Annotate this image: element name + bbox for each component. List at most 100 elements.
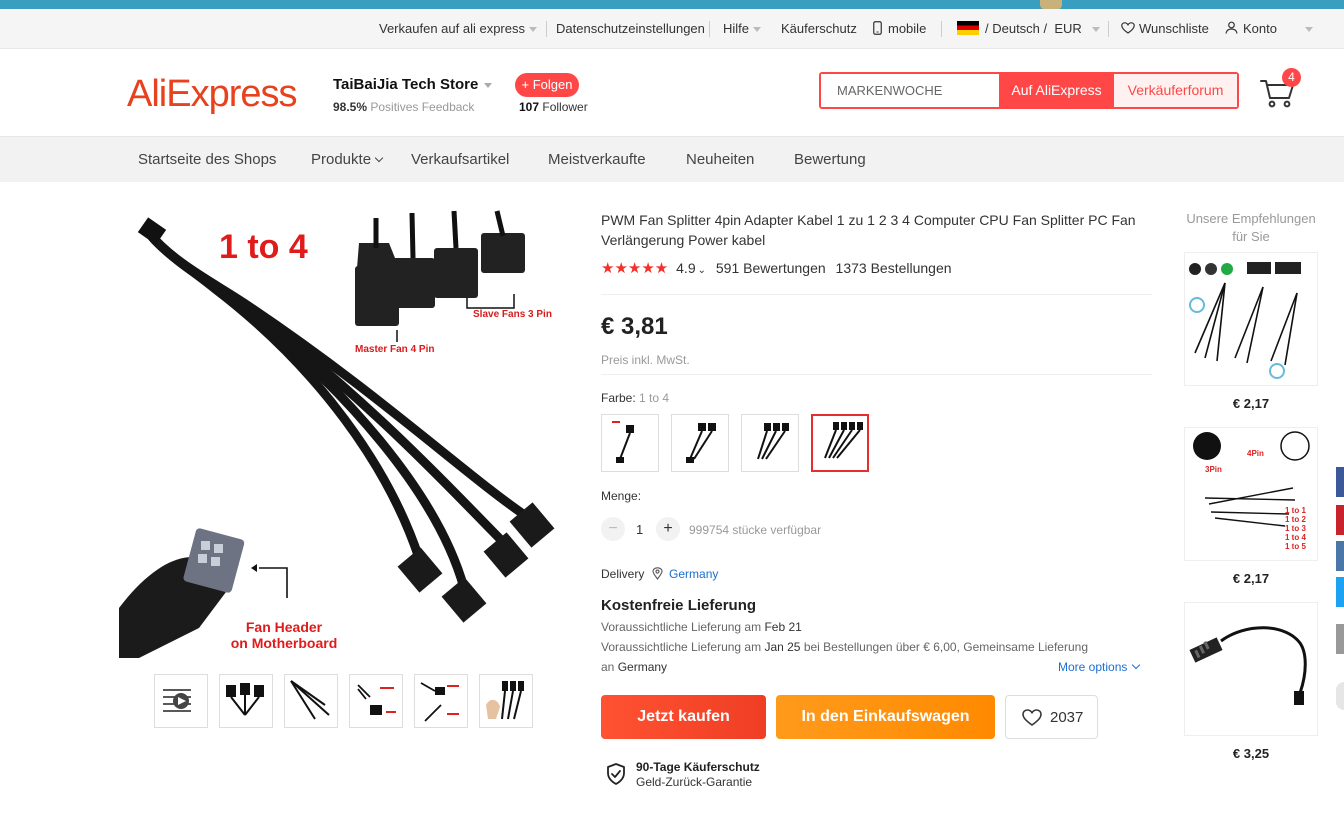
nav-best-sellers[interactable]: Meistverkaufte bbox=[548, 151, 646, 168]
swatch-2-image bbox=[686, 423, 716, 463]
nav-sale-items[interactable]: Verkaufsartikel bbox=[411, 151, 509, 168]
utility-bar: Verkaufen auf ali express Datenschutzein… bbox=[0, 9, 1344, 49]
recommendation-2-image: 3Pin 4Pin 1 to 11 to 21 to 31 to 41 to 5 bbox=[1193, 431, 1310, 551]
ship-line3-country: Germany bbox=[617, 660, 668, 674]
store-header: AliExpress TaiBaiJia Tech Store 98.5% Po… bbox=[0, 49, 1344, 137]
color-swatch-3[interactable] bbox=[741, 414, 799, 472]
thumbnail-2[interactable] bbox=[219, 674, 273, 728]
top-banner-strip bbox=[0, 0, 1344, 9]
ship-line2-suffix: bei Bestellungen über € 6,00, Gemeinsame… bbox=[803, 640, 1088, 654]
divider bbox=[601, 294, 1152, 295]
help-label: Hilfe bbox=[723, 21, 750, 36]
search-bar: Auf AliExpress Verkäuferforum bbox=[819, 72, 1239, 109]
nav-products[interactable]: Produkte bbox=[311, 151, 384, 168]
thumbnail-2-image bbox=[226, 683, 264, 716]
share-pinterest-button[interactable] bbox=[1336, 505, 1344, 535]
language-currency-selector[interactable]: / Deutsch / EUR bbox=[957, 21, 1100, 36]
color-label: Farbe: bbox=[601, 391, 636, 405]
color-selector-label: Farbe: 1 to 4 bbox=[601, 391, 669, 405]
mobile-link[interactable]: mobile bbox=[873, 21, 926, 36]
product-price: € 3,81 bbox=[601, 313, 668, 340]
scroll-top-button[interactable] bbox=[1336, 682, 1344, 710]
share-more-button[interactable] bbox=[1336, 624, 1344, 654]
swatch-1-image bbox=[612, 421, 634, 463]
shield-check-icon bbox=[607, 763, 625, 785]
rating-value: 4.9 bbox=[676, 260, 696, 276]
privacy-settings-link[interactable]: Datenschutzeinstellungen bbox=[556, 21, 705, 36]
color-swatch-1[interactable] bbox=[601, 414, 659, 472]
store-name-menu[interactable]: TaiBaiJia Tech Store bbox=[333, 76, 493, 93]
tax-note: Preis inkl. MwSt. bbox=[601, 353, 690, 367]
cart-count-badge: 4 bbox=[1282, 68, 1301, 87]
search-input[interactable] bbox=[821, 74, 999, 107]
main-product-image[interactable]: 1 to 4 Slave Fans 3 Pin Master Fan 4 Pin… bbox=[119, 208, 569, 658]
fan-header-label-line1: Fan Header bbox=[245, 619, 323, 635]
location-pin-icon bbox=[652, 567, 663, 580]
recommendation-card-1[interactable] bbox=[1184, 252, 1318, 386]
search-aliexpress-button[interactable]: Auf AliExpress bbox=[999, 74, 1114, 107]
nav-reviews[interactable]: Bewertung bbox=[794, 151, 866, 168]
help-menu[interactable]: Hilfe bbox=[723, 21, 762, 36]
quantity-decrease-button[interactable]: − bbox=[601, 517, 625, 541]
svg-text:1 to 4: 1 to 4 bbox=[1285, 533, 1306, 542]
thumbnail-video[interactable] bbox=[154, 674, 208, 728]
ship-line3-prefix: an bbox=[601, 660, 615, 674]
nav-shop-home[interactable]: Startseite des Shops bbox=[138, 151, 276, 168]
thumbnail-6[interactable] bbox=[479, 674, 533, 728]
follow-store-button[interactable]: + Folgen bbox=[515, 73, 579, 97]
buy-now-button[interactable]: Jetzt kaufen bbox=[601, 695, 766, 739]
review-count-link[interactable]: 591 Bewertungen bbox=[716, 260, 826, 276]
nav-products-label: Produkte bbox=[311, 151, 372, 168]
color-swatch-4-selected[interactable] bbox=[811, 414, 869, 472]
color-swatch-2[interactable] bbox=[671, 414, 729, 472]
shipping-estimate-1: Voraussichtliche Lieferung am Feb 21 bbox=[601, 620, 802, 634]
user-icon bbox=[1225, 21, 1238, 34]
wishlist-link[interactable]: Wunschliste bbox=[1121, 21, 1209, 36]
feedback-label: Positives Feedback bbox=[370, 100, 475, 114]
seller-forum-button[interactable]: Verkäuferforum bbox=[1114, 74, 1237, 107]
shipping-estimate-2: Voraussichtliche Lieferung am Jan 25 bei… bbox=[601, 640, 1088, 654]
recommendation-card-2[interactable]: 3Pin 4Pin 1 to 11 to 21 to 31 to 41 to 5 bbox=[1184, 427, 1318, 561]
delivery-country-link[interactable]: Germany bbox=[669, 567, 718, 581]
add-to-wishlist-button[interactable]: 2037 bbox=[1005, 695, 1098, 739]
product-title: PWM Fan Splitter 4pin Adapter Kabel 1 zu… bbox=[601, 212, 1136, 248]
banner-tab bbox=[1040, 0, 1062, 9]
delivery-label: Delivery bbox=[601, 567, 645, 581]
rating-score[interactable]: 4.9 ⌄ bbox=[676, 260, 706, 276]
svg-text:1 to 2: 1 to 2 bbox=[1285, 515, 1306, 524]
thumbnail-5[interactable] bbox=[414, 674, 468, 728]
svg-text:1 to 1: 1 to 1 bbox=[1285, 506, 1306, 515]
store-name: TaiBaiJia Tech Store bbox=[333, 76, 479, 93]
wishlist-count: 2037 bbox=[1050, 709, 1084, 726]
recommendation-price-1: € 2,17 bbox=[1232, 396, 1270, 411]
share-twitter-button[interactable] bbox=[1336, 577, 1344, 607]
language-label: / Deutsch / bbox=[985, 21, 1048, 36]
divider bbox=[709, 21, 710, 37]
nav-new-arrivals[interactable]: Neuheiten bbox=[686, 151, 754, 168]
main-image-heading: 1 to 4 bbox=[219, 228, 308, 266]
swatch-4-image bbox=[824, 422, 863, 459]
aliexpress-logo[interactable]: AliExpress bbox=[127, 73, 297, 116]
more-shipping-options-link[interactable]: More options bbox=[1058, 660, 1141, 674]
svg-text:1 to 3: 1 to 3 bbox=[1285, 524, 1306, 533]
sell-label: Verkaufen auf ali express bbox=[379, 21, 525, 36]
chevron-down-icon: ⌄ bbox=[697, 265, 706, 276]
thumbnail-4[interactable] bbox=[349, 674, 403, 728]
order-count: 1373 Bestellungen bbox=[835, 260, 952, 276]
sell-on-aliexpress-link[interactable]: Verkaufen auf ali express bbox=[379, 21, 537, 36]
account-menu[interactable]: Konto bbox=[1225, 21, 1277, 36]
quantity-value[interactable]: 1 bbox=[636, 522, 643, 537]
recommendation-card-3[interactable] bbox=[1184, 602, 1318, 736]
account-dropdown-toggle[interactable] bbox=[1301, 21, 1313, 36]
add-to-cart-button[interactable]: In den Einkaufswagen bbox=[776, 695, 995, 739]
thumbnail-4-image bbox=[357, 684, 396, 715]
fan-header-label-line2: on Motherboard bbox=[230, 635, 338, 651]
svg-text:4Pin: 4Pin bbox=[1247, 449, 1264, 458]
thumbnail-3[interactable] bbox=[284, 674, 338, 728]
share-facebook-button[interactable] bbox=[1336, 467, 1344, 497]
quantity-increase-button[interactable]: + bbox=[656, 517, 680, 541]
share-vk-button[interactable] bbox=[1336, 541, 1344, 571]
account-label: Konto bbox=[1243, 21, 1277, 36]
buyer-protection-link[interactable]: Käuferschutz bbox=[781, 21, 857, 36]
recommendation-price-3: € 3,25 bbox=[1232, 746, 1270, 761]
